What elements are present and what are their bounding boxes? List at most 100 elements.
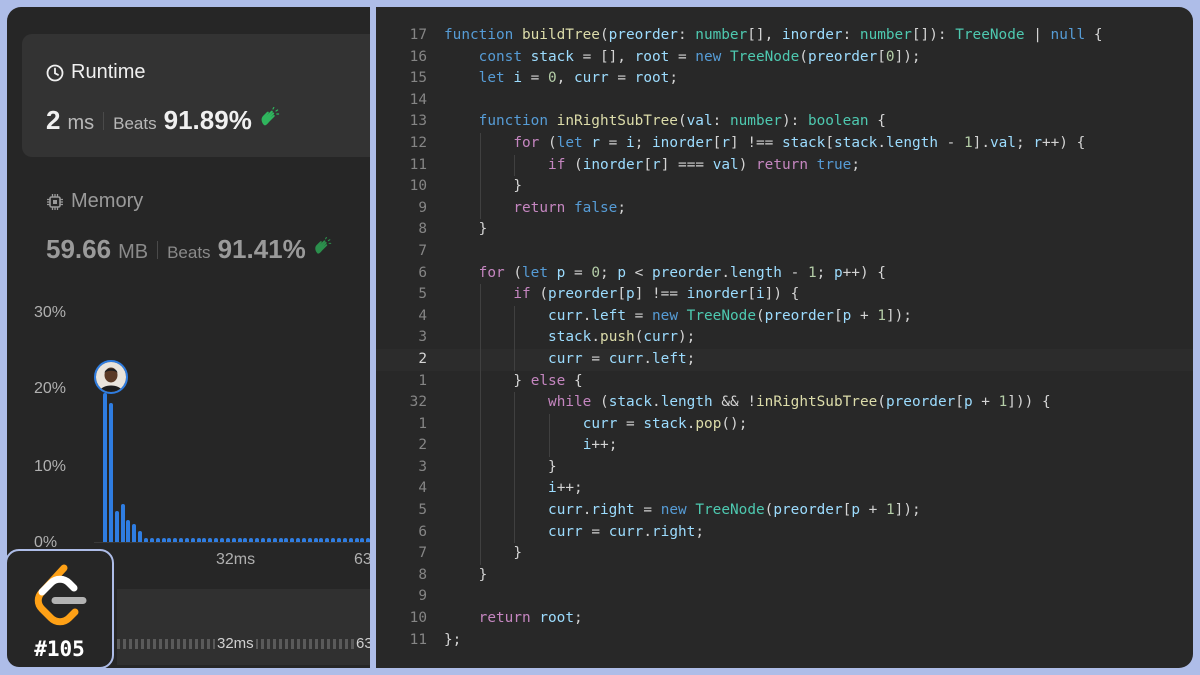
distribution-bar[interactable] <box>208 538 213 542</box>
code-text: while (stack.length && !inRightSubTree(p… <box>548 394 1051 411</box>
distribution-bar[interactable] <box>342 538 347 542</box>
distribution-bar[interactable] <box>190 538 195 542</box>
code-line[interactable]: 9 <box>376 586 1193 608</box>
code-line[interactable]: 16 const stack = [], root = new TreeNode(… <box>376 47 1193 69</box>
distribution-bar[interactable] <box>319 538 324 542</box>
code-line[interactable]: 10} <box>376 176 1193 198</box>
line-number: 8 <box>418 221 427 238</box>
distribution-bar[interactable] <box>161 538 166 542</box>
code-line[interactable]: 1} else { <box>376 370 1193 393</box>
code-line[interactable]: 5 if (preorder[p] !== inorder[i]) { <box>376 284 1193 306</box>
code-line[interactable]: 32 while (stack.length && !inRightSubTree… <box>376 392 1193 414</box>
code-line[interactable]: 7} <box>376 543 1193 565</box>
x-tick-label: 32ms <box>216 551 256 568</box>
distribution-overview-strip[interactable]: 32ms 63 <box>117 589 370 665</box>
line-number: 4 <box>418 307 427 324</box>
distribution-bar[interactable] <box>114 511 119 542</box>
line-number: 7 <box>418 242 427 259</box>
distribution-bar[interactable] <box>260 538 265 542</box>
code-line[interactable]: 8} <box>376 219 1193 241</box>
code-line[interactable]: 17 function buildTree(preorder: number[],… <box>376 25 1193 47</box>
distribution-bar[interactable] <box>237 538 242 542</box>
line-number: 17 <box>409 27 427 43</box>
code-line[interactable]: 9 return false; <box>376 197 1193 220</box>
code-text: stack.push(curr); <box>548 329 696 346</box>
line-number: 32 <box>409 394 427 411</box>
distribution-bar[interactable] <box>231 538 236 542</box>
code-line[interactable]: 12 for (let r = i; inorder[r] !== stack[s… <box>376 132 1193 155</box>
distribution-bar[interactable] <box>301 538 306 542</box>
code-line[interactable]: 5 curr.right = new TreeNode(preorder[p + … <box>376 500 1193 522</box>
code-line[interactable]: 7 <box>376 241 1193 263</box>
line-number: 1 <box>418 415 427 432</box>
code-line[interactable]: 15 let i = 0, curr = root; <box>376 68 1193 90</box>
distribution-bar[interactable] <box>243 538 248 542</box>
distribution-bar[interactable] <box>103 392 107 542</box>
distribution-bar[interactable] <box>266 538 271 542</box>
code-text: curr.left = new TreeNode(preorder[p + 1]… <box>548 307 912 324</box>
distribution-bar[interactable] <box>149 538 154 542</box>
code-line[interactable]: 11}; <box>376 630 1193 652</box>
distribution-bar[interactable] <box>173 538 178 542</box>
distribution-bar[interactable] <box>278 538 283 542</box>
code-line[interactable]: 2 i++; <box>376 435 1193 457</box>
distribution-bar[interactable] <box>167 538 172 542</box>
distribution-bar[interactable] <box>220 538 224 542</box>
code-line[interactable]: 4 curr.left = new TreeNode(preorder[p + 1… <box>376 305 1193 328</box>
line-number: 7 <box>418 545 427 562</box>
line-number: 2 <box>418 350 427 367</box>
distribution-bar[interactable] <box>179 538 184 542</box>
code-text: curr.right = new TreeNode(preorder[p + 1… <box>548 502 921 519</box>
distribution-bar[interactable] <box>143 538 148 542</box>
distribution-bar[interactable] <box>138 531 143 542</box>
code-line[interactable]: 11 if (inorder[r] === val) return true; <box>376 154 1193 177</box>
code-line[interactable]: 4 i++; <box>376 478 1193 501</box>
code-line[interactable]: 3} <box>376 456 1193 479</box>
distribution-bar[interactable] <box>255 538 260 542</box>
distribution-bar[interactable] <box>325 538 330 542</box>
distribution-bar[interactable] <box>331 538 336 542</box>
line-number: 15 <box>409 70 427 87</box>
distribution-bar[interactable] <box>284 538 289 542</box>
distribution-bar[interactable] <box>202 538 207 542</box>
code-editor[interactable]: 17 function buildTree(preorder: number[],… <box>376 7 1193 668</box>
distribution-bar[interactable] <box>108 403 113 542</box>
code-line[interactable]: 6 for (let p = 0; p < preorder.length - 1… <box>376 263 1193 285</box>
indent-guide <box>479 478 481 501</box>
distribution-bar[interactable] <box>155 538 160 542</box>
distribution-bar[interactable] <box>225 538 230 542</box>
distribution-bar[interactable] <box>296 538 301 542</box>
code-line[interactable]: 1 curr = stack.pop(); <box>376 413 1193 436</box>
distribution-bar[interactable] <box>184 538 189 542</box>
user-avatar[interactable] <box>94 360 128 394</box>
line-number: 9 <box>418 588 427 605</box>
distribution-bar[interactable] <box>126 519 131 542</box>
code-line[interactable]: 14 <box>376 90 1193 112</box>
code-line[interactable]: 2 curr = curr.left; <box>376 348 1193 371</box>
distribution-bar[interactable] <box>290 538 295 542</box>
code-line[interactable]: 8} <box>376 565 1193 587</box>
code-text: if (preorder[p] !== inorder[i]) { <box>513 286 800 303</box>
distribution-bar[interactable] <box>214 538 219 542</box>
distribution-bar[interactable] <box>366 538 370 542</box>
distribution-bar[interactable] <box>354 538 359 542</box>
code-text: return false; <box>513 199 627 216</box>
indent-guide <box>479 521 481 544</box>
distribution-bar[interactable] <box>196 538 201 542</box>
indent-guide <box>479 392 481 414</box>
distribution-bar[interactable] <box>132 524 137 542</box>
distribution-bar[interactable] <box>307 538 312 542</box>
code-line[interactable]: 10 return root; <box>376 608 1193 630</box>
distribution-bar[interactable] <box>313 538 318 542</box>
distribution-bar[interactable] <box>360 538 365 542</box>
distribution-bar[interactable] <box>120 504 125 542</box>
line-number: 2 <box>418 437 427 454</box>
distribution-bar[interactable] <box>348 538 353 542</box>
distribution-bar[interactable] <box>272 538 277 542</box>
code-line[interactable]: 13 function inRightSubTree(val: number): … <box>376 111 1193 133</box>
distribution-bar[interactable] <box>249 538 254 542</box>
distribution-bar[interactable] <box>337 538 341 542</box>
code-line[interactable]: 6 curr = curr.right; <box>376 521 1193 544</box>
code-line[interactable]: 3 stack.push(curr); <box>376 327 1193 349</box>
code-text: let i = 0, curr = root; <box>478 70 678 87</box>
